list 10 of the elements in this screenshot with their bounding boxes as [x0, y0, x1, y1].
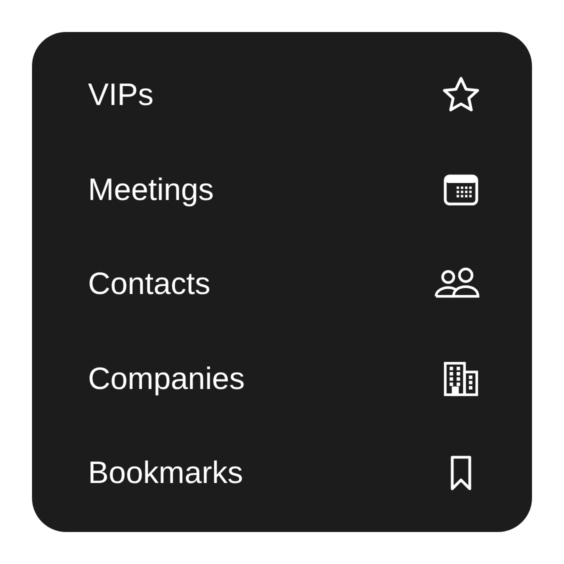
menu-item[interactable]: Contacts	[88, 249, 482, 319]
menu-item-label: Companies	[88, 360, 245, 396]
menu-item-label: VIPs	[88, 77, 154, 113]
menu-item-label: Meetings	[88, 172, 214, 208]
menu-item-label: Contacts	[88, 266, 210, 302]
menu-item[interactable]: Meetings	[88, 154, 482, 224]
menu-item[interactable]: VIPs	[88, 60, 482, 130]
menu-item-label: Bookmarks	[88, 455, 244, 491]
menu-item[interactable]: Companies	[88, 344, 482, 414]
menu-item[interactable]: Bookmarks	[88, 438, 482, 508]
